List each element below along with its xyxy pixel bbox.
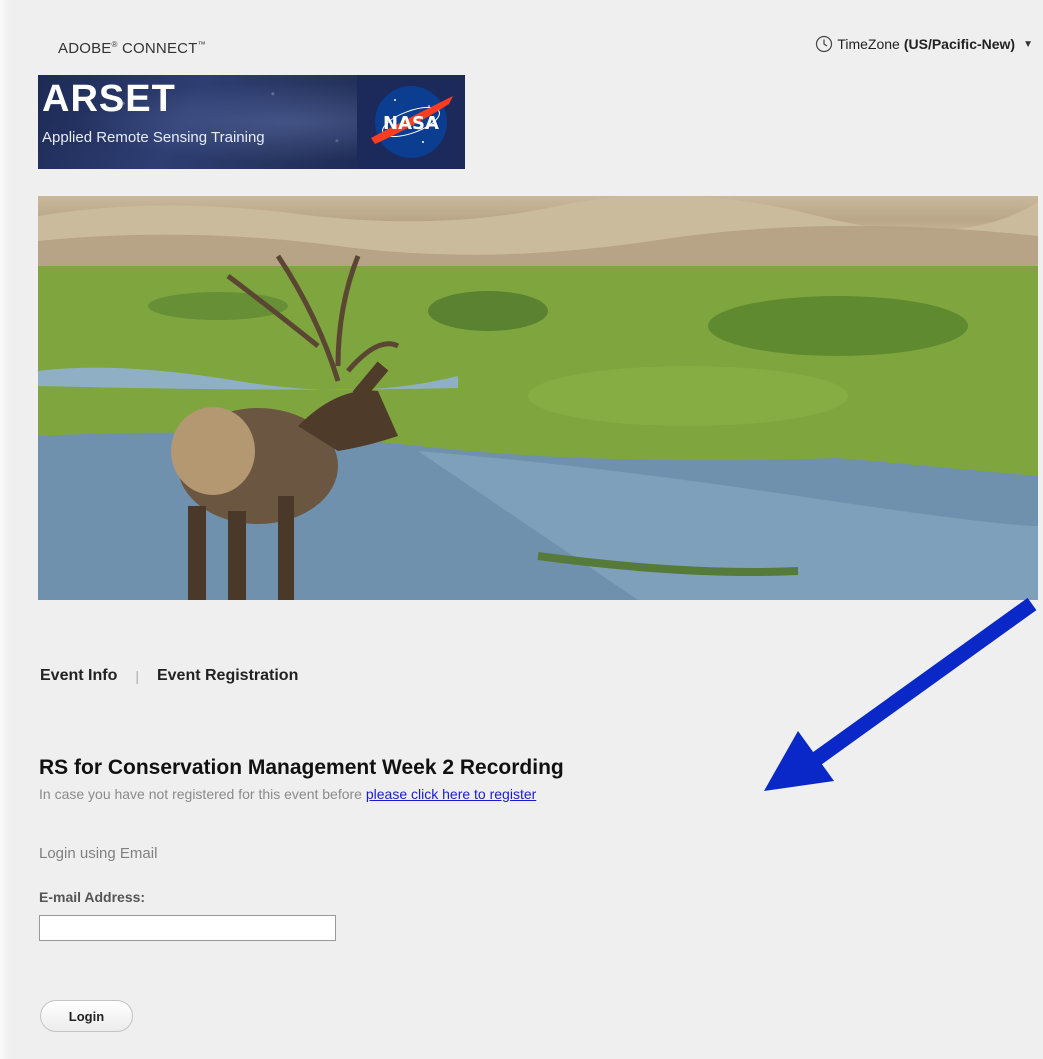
email-field[interactable] <box>39 915 336 941</box>
event-title: RS for Conservation Management Week 2 Re… <box>39 756 564 779</box>
email-label: E-mail Address: <box>39 889 146 905</box>
tab-divider: | <box>135 668 139 684</box>
register-prompt: In case you have not registered for this… <box>39 786 362 802</box>
brand-product: CONNECT <box>122 40 198 57</box>
tab-event-info[interactable]: Event Info <box>40 667 117 685</box>
nasa-logo: NASA <box>357 75 465 169</box>
page-edge <box>0 0 10 1059</box>
arset-banner: ARSET Applied Remote Sensing Training NA… <box>38 75 465 169</box>
timezone-label: TimeZone <box>837 36 900 52</box>
clock-icon <box>816 35 833 53</box>
login-method: Login using Email <box>39 845 158 862</box>
chevron-down-icon[interactable]: ▼ <box>1023 39 1033 50</box>
timezone-selector[interactable]: TimeZone (US/Pacific-New) ▼ <box>815 35 1033 53</box>
nasa-logo-text: NASA <box>383 113 439 134</box>
nasa-meatball-icon: NASA <box>371 86 453 158</box>
timezone-value: (US/Pacific-New) <box>903 36 1016 52</box>
login-button[interactable]: Login <box>40 1000 133 1032</box>
registered-mark: ® <box>111 40 118 49</box>
brand-name: ADOBE <box>58 40 112 57</box>
page: ADOBE® CONNECT™ TimeZone (US/Pacific-New… <box>0 0 1043 1059</box>
adobe-connect-brand: ADOBE® CONNECT™ <box>58 40 206 57</box>
event-subtitle: In case you have not registered for this… <box>39 786 536 802</box>
banner-title: ARSET <box>42 78 176 120</box>
register-link[interactable]: please click here to register <box>366 786 536 802</box>
elk-landscape-image <box>38 196 1038 600</box>
hero-image <box>38 196 1038 600</box>
event-tabs: Event Info | Event Registration <box>40 667 298 685</box>
banner-subtitle: Applied Remote Sensing Training <box>42 129 265 146</box>
trademark-mark: ™ <box>197 40 206 49</box>
tab-event-registration[interactable]: Event Registration <box>157 667 298 685</box>
